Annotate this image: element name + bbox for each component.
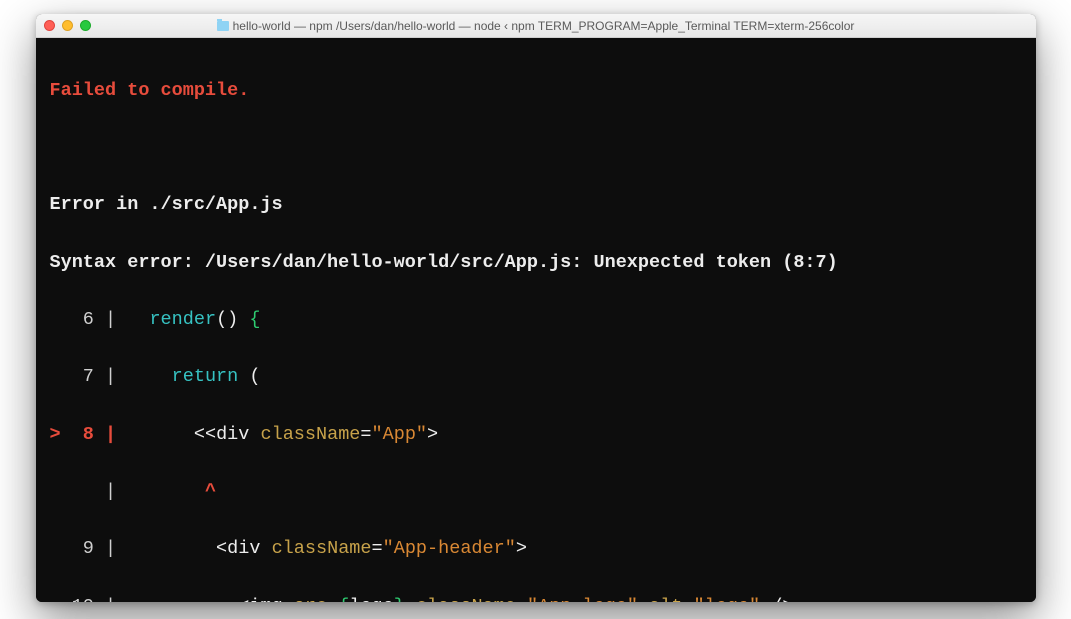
code-line-10: 10 | <img src={logo} className="App-logo… (50, 593, 1022, 602)
folder-icon (217, 21, 229, 31)
terminal-body[interactable]: Failed to compile. Error in ./src/App.js… (36, 38, 1036, 602)
syntax-error-line: Syntax error: /Users/dan/hello-world/src… (50, 252, 838, 273)
minimize-icon[interactable] (62, 20, 73, 31)
code-caret-line: | ^ (50, 478, 1022, 507)
traffic-lights (44, 20, 91, 31)
code-line-6: 6 | render() { (50, 306, 1022, 335)
titlebar[interactable]: hello-world — npm /Users/dan/hello-world… (36, 14, 1036, 38)
error-file: Error in ./src/App.js (50, 194, 283, 215)
compile-failed-header: Failed to compile. (50, 80, 250, 101)
zoom-icon[interactable] (80, 20, 91, 31)
close-icon[interactable] (44, 20, 55, 31)
code-line-9: 9 | <div className="App-header"> (50, 535, 1022, 564)
window-title-text: hello-world — npm /Users/dan/hello-world… (233, 19, 855, 33)
code-line-7: 7 | return ( (50, 363, 1022, 392)
code-line-8: > 8 | <<div className="App"> (50, 421, 1022, 450)
terminal-window: hello-world — npm /Users/dan/hello-world… (36, 14, 1036, 602)
window-title: hello-world — npm /Users/dan/hello-world… (36, 19, 1036, 33)
